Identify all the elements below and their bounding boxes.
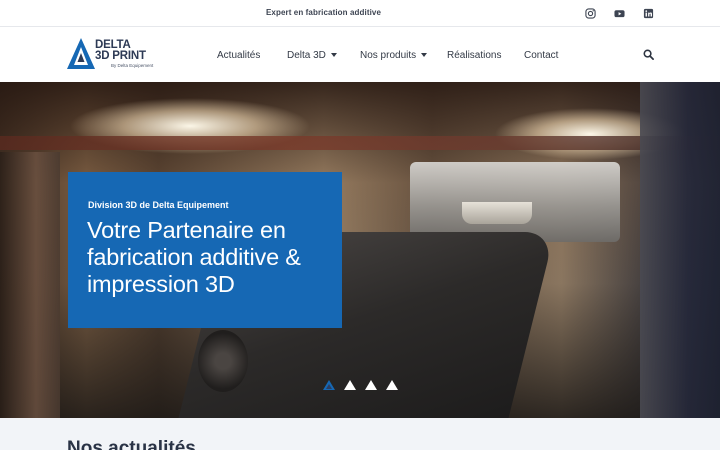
nav-label: Réalisations bbox=[447, 49, 502, 61]
youtube-icon[interactable] bbox=[613, 7, 625, 19]
slider-dot-1[interactable] bbox=[323, 379, 335, 390]
news-section: Nos actualités bbox=[0, 418, 720, 450]
main-header: DELTA 3D PRINT By Delta Equipement Actua… bbox=[0, 27, 720, 82]
tagline: Expert en fabrication additive bbox=[265, 8, 382, 17]
logo-triangle-icon bbox=[67, 38, 95, 69]
nav-label: Delta 3D bbox=[287, 49, 326, 61]
nav-item-nos-produits[interactable]: Nos produits bbox=[360, 48, 428, 62]
slider-dot-3[interactable] bbox=[365, 379, 377, 390]
nav-item-contact[interactable]: Contact bbox=[524, 48, 558, 62]
hero-image-nozzle bbox=[462, 202, 532, 224]
instagram-icon[interactable] bbox=[584, 7, 596, 19]
search-icon[interactable] bbox=[643, 47, 654, 60]
nav-item-realisations[interactable]: Réalisations bbox=[447, 48, 501, 62]
hero-title: Votre Partenaire en fabrication additive… bbox=[87, 217, 301, 297]
site-logo[interactable]: DELTA 3D PRINT By Delta Equipement bbox=[67, 36, 167, 72]
hero-image-frame-right bbox=[640, 82, 720, 418]
nav-label: Contact bbox=[524, 49, 559, 61]
logo-line3: By Delta Equipement bbox=[111, 63, 154, 68]
logo-line2: 3D PRINT bbox=[95, 50, 146, 62]
hero-image-printer-bed bbox=[0, 136, 720, 150]
hero-subtitle: Division 3D de Delta Equipement bbox=[88, 200, 229, 210]
caret-down-icon bbox=[330, 53, 337, 57]
slider-dot-2[interactable] bbox=[344, 379, 356, 390]
hero-slider: Division 3D de Delta Equipement Votre Pa… bbox=[0, 82, 720, 418]
linkedin-icon[interactable] bbox=[642, 7, 654, 19]
hero-image-frame-left bbox=[0, 152, 60, 418]
nav-item-delta-3d[interactable]: Delta 3D bbox=[287, 48, 337, 62]
news-heading: Nos actualités bbox=[67, 438, 196, 450]
caret-down-icon bbox=[421, 53, 428, 57]
top-bar: Expert en fabrication additive bbox=[0, 0, 720, 27]
nav-label: Nos produits bbox=[360, 49, 417, 61]
nav-label: Actualités bbox=[217, 49, 261, 61]
slider-pagination bbox=[323, 379, 407, 390]
slider-dot-4[interactable] bbox=[386, 379, 398, 390]
hero-text-card: Division 3D de Delta Equipement Votre Pa… bbox=[68, 172, 342, 328]
hero-image-part-hole bbox=[198, 330, 248, 392]
nav-item-actualites[interactable]: Actualités bbox=[217, 48, 260, 62]
